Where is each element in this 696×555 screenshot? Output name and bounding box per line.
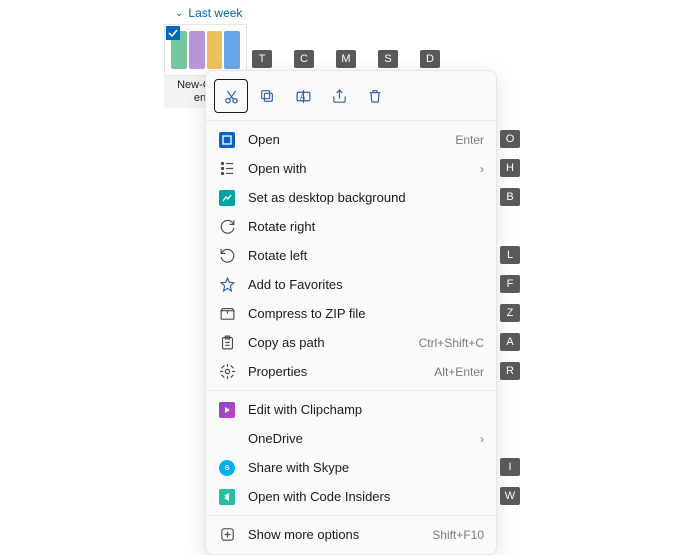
selection-checkmark-icon bbox=[166, 26, 180, 40]
delete-button[interactable] bbox=[358, 79, 392, 113]
access-key-hint: Z bbox=[500, 304, 520, 322]
context-menu: A Open Enter O Open with › H Set as desk… bbox=[205, 70, 497, 555]
access-key-hint: B bbox=[500, 188, 520, 206]
clipchamp-icon bbox=[218, 401, 236, 419]
menu-item-set-background[interactable]: Set as desktop background B bbox=[206, 183, 496, 212]
zip-icon bbox=[218, 305, 236, 323]
access-key-hint: F bbox=[500, 275, 520, 293]
group-header-label: Last week bbox=[188, 6, 242, 20]
context-menu-toolbar: A bbox=[206, 76, 496, 116]
menu-item-onedrive[interactable]: OneDrive › bbox=[206, 424, 496, 453]
copy-path-icon bbox=[218, 334, 236, 352]
rename-button[interactable]: A bbox=[286, 79, 320, 113]
desktop-background-icon bbox=[218, 189, 236, 207]
menu-item-compress-zip[interactable]: Compress to ZIP file Z bbox=[206, 299, 496, 328]
menu-item-clipchamp[interactable]: Edit with Clipchamp bbox=[206, 395, 496, 424]
chevron-right-icon: › bbox=[480, 432, 484, 446]
menu-item-share-skype[interactable]: S Share with Skype I bbox=[206, 453, 496, 482]
access-key-hint: C bbox=[294, 50, 314, 68]
menu-item-rotate-right[interactable]: Rotate right bbox=[206, 212, 496, 241]
access-key-hint: S bbox=[378, 50, 398, 68]
menu-item-open[interactable]: Open Enter O bbox=[206, 125, 496, 154]
skype-icon: S bbox=[218, 459, 236, 477]
svg-text:S: S bbox=[224, 463, 229, 472]
onedrive-icon bbox=[218, 430, 236, 448]
share-button[interactable] bbox=[322, 79, 356, 113]
access-key-hint: M bbox=[336, 50, 356, 68]
menu-item-show-more-options[interactable]: Show more options Shift+F10 bbox=[206, 520, 496, 549]
rotate-right-icon bbox=[218, 218, 236, 236]
menu-item-properties[interactable]: Properties Alt+Enter R bbox=[206, 357, 496, 386]
access-key-hint: L bbox=[500, 246, 520, 264]
cut-button[interactable] bbox=[214, 79, 248, 113]
chevron-right-icon: › bbox=[480, 162, 484, 176]
menu-item-code-insiders[interactable]: Open with Code Insiders W bbox=[206, 482, 496, 511]
access-key-hint: W bbox=[500, 487, 520, 505]
open-with-icon bbox=[218, 160, 236, 178]
svg-text:A: A bbox=[299, 92, 305, 101]
menu-item-rotate-left[interactable]: Rotate left L bbox=[206, 241, 496, 270]
properties-icon bbox=[218, 363, 236, 381]
access-key-hint: O bbox=[500, 130, 520, 148]
rotate-left-icon bbox=[218, 247, 236, 265]
menu-item-copy-path[interactable]: Copy as path Ctrl+Shift+C A bbox=[206, 328, 496, 357]
vscode-insiders-icon bbox=[218, 488, 236, 506]
access-key-hint: I bbox=[500, 458, 520, 476]
menu-item-open-with[interactable]: Open with › H bbox=[206, 154, 496, 183]
access-key-hint: D bbox=[420, 50, 440, 68]
open-icon bbox=[218, 131, 236, 149]
more-options-icon bbox=[218, 526, 236, 544]
access-key-hint: A bbox=[500, 333, 520, 351]
toolbar-access-keys: T C M S D bbox=[252, 50, 440, 68]
star-icon bbox=[218, 276, 236, 294]
group-header-last-week[interactable]: ⌄ Last week bbox=[175, 6, 242, 20]
access-key-hint: T bbox=[252, 50, 272, 68]
copy-button[interactable] bbox=[250, 79, 284, 113]
chevron-down-icon: ⌄ bbox=[175, 8, 183, 19]
menu-item-add-favorites[interactable]: Add to Favorites F bbox=[206, 270, 496, 299]
access-key-hint: R bbox=[500, 362, 520, 380]
access-key-hint: H bbox=[500, 159, 520, 177]
